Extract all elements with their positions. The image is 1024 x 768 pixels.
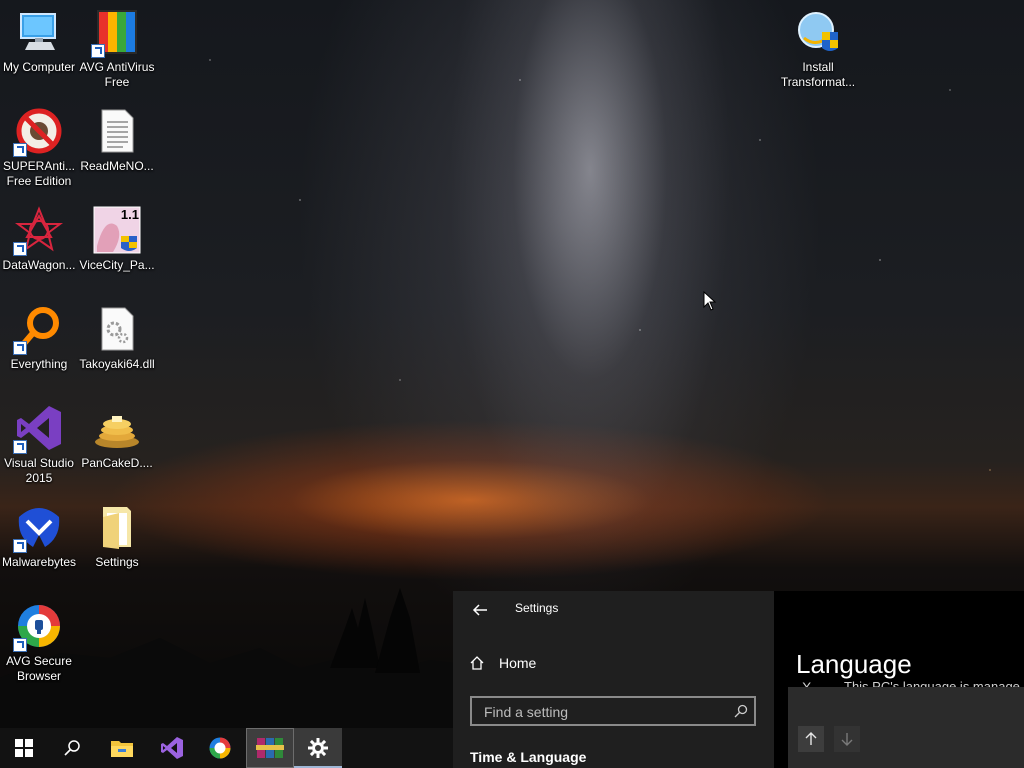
arrow-down-icon (841, 733, 853, 746)
move-up-button[interactable] (798, 726, 824, 752)
everything-search-icon (13, 305, 63, 355)
desktop-icon-label: ReadMeNO... (80, 159, 154, 173)
move-down-button[interactable] (834, 726, 860, 752)
desktop-icon-label: Install Transformat... (780, 60, 856, 89)
desktop-icon-label: Everything (10, 357, 68, 371)
desktop-icon-pancake[interactable]: PanCakeD.... (78, 404, 156, 471)
file-explorer-icon (111, 741, 133, 757)
mouse-cursor-icon (703, 291, 717, 311)
winrar-icon (256, 738, 284, 758)
start-button[interactable] (0, 728, 48, 768)
nav-home-label: Home (499, 655, 537, 671)
section-heading: Time & Language (470, 749, 587, 765)
folder-icon (93, 503, 141, 551)
arrow-up-icon (805, 732, 817, 745)
find-setting-search[interactable] (470, 696, 756, 726)
desktop-icon-label: PanCakeD.... (81, 456, 153, 470)
dll-file-icon (93, 305, 141, 353)
text-document-icon (93, 107, 141, 155)
desktop-icon-label: Visual Studio 2015 (4, 456, 74, 485)
language-pane: Language X This PC's language is manage (774, 591, 1024, 768)
version-badge: 1.1 (120, 207, 139, 222)
taskbar-file-explorer[interactable] (98, 728, 146, 768)
vicecity-installer-icon: 1.1 (93, 206, 141, 254)
superantispyware-icon (13, 107, 63, 157)
window-title: Settings (515, 601, 559, 615)
datawagon-icon (13, 206, 63, 256)
desktop-icon-superantispyware[interactable]: SUPERAnti... Free Edition (0, 107, 78, 189)
desktop-icon-malwarebytes[interactable]: Malwarebytes (0, 503, 78, 570)
desktop-icon-label: Takoyaki64.dll (79, 357, 155, 371)
nav-home[interactable]: Home (469, 655, 536, 671)
taskbar-search-button[interactable] (48, 728, 96, 768)
search-icon (64, 740, 80, 756)
visual-studio-icon (13, 404, 63, 454)
pancake-icon (93, 404, 141, 452)
desktop-icon-everything[interactable]: Everything (0, 305, 78, 372)
desktop-icon-label: DataWagon... (2, 258, 76, 272)
settings-gear-icon (308, 738, 328, 758)
desktop-icon-avg-antivirus[interactable]: AVG AntiVirus Free (78, 8, 156, 90)
language-list-panel (788, 687, 1024, 768)
taskbar-visual-studio[interactable] (148, 728, 196, 768)
desktop-icon-label: AVG AntiVirus Free (79, 60, 155, 89)
search-icon[interactable] (734, 704, 748, 718)
find-setting-input[interactable] (482, 702, 726, 722)
settings-nav-pane: Settings Home Time & Language (453, 591, 774, 768)
visual-studio-icon (161, 737, 183, 759)
desktop-icon-settings-folder[interactable]: Settings (78, 503, 156, 570)
installer-icon (794, 8, 842, 56)
page-title: Language (796, 649, 912, 679)
desktop-icon-label: My Computer (2, 60, 76, 74)
desktop-icon-my-computer[interactable]: My Computer (0, 8, 78, 75)
desktop-icon-label: Settings (95, 555, 139, 569)
malwarebytes-icon (13, 503, 63, 553)
taskbar-settings[interactable] (294, 728, 342, 768)
desktop-icon-label: AVG Secure Browser (6, 654, 72, 683)
desktop-icon-label: ViceCity_Pa... (79, 258, 155, 272)
desktop-icon-datawagon[interactable]: DataWagon... (0, 206, 78, 273)
desktop-icon-readme[interactable]: ReadMeNO... (78, 107, 156, 174)
desktop-icon-label: SUPERAnti... Free Edition (2, 159, 76, 188)
taskbar-winrar[interactable] (246, 728, 294, 768)
desktop-icon-visual-studio[interactable]: Visual Studio 2015 (0, 404, 78, 486)
taskbar (0, 728, 453, 768)
desktop-icon-avg-secure-browser[interactable]: AVG Secure Browser (0, 602, 78, 684)
desktop-icon-install-transformat[interactable]: Install Transformat... (779, 8, 857, 90)
start-icon (15, 739, 33, 757)
taskbar-avg-secure-browser[interactable] (196, 728, 244, 768)
desktop-icon-vicecity[interactable]: 1.1 ViceCity_Pa... (78, 206, 156, 273)
back-button[interactable] (469, 599, 491, 621)
back-arrow-icon (472, 604, 487, 616)
desktop-icon-takoyaki-dll[interactable]: Takoyaki64.dll (78, 305, 156, 372)
computer-icon (15, 8, 63, 56)
avg-secure-browser-icon (209, 737, 231, 759)
home-icon (470, 656, 484, 670)
avg-secure-browser-icon (13, 602, 63, 652)
desktop-icon-label: Malwarebytes (1, 555, 77, 569)
avg-antivirus-icon (91, 8, 141, 58)
